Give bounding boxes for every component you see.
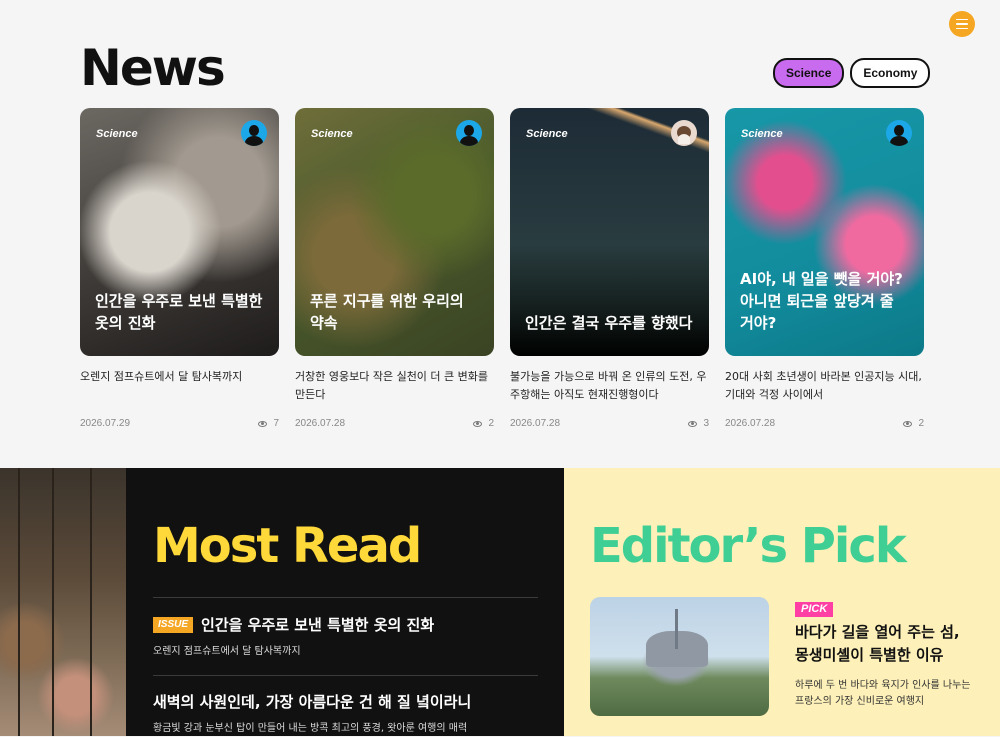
item-title: 인간을 우주로 보낸 특별한 옷의 진화	[201, 616, 435, 634]
news-card[interactable]: Science 인간을 우주로 보낸 특별한 옷의 진화 오렌지 점프슈트에서 …	[80, 108, 279, 429]
pick-headline[interactable]: 바다가 길을 열어 주는 섬, 몽생미셸이 특별한 이유	[795, 621, 975, 667]
pick-image[interactable]	[590, 597, 769, 716]
hamburger-menu-icon[interactable]	[949, 11, 975, 37]
filter-science[interactable]: Science	[773, 58, 845, 88]
issue-badge: ISSUE	[153, 617, 194, 633]
divider	[153, 675, 538, 676]
card-image[interactable]: Science 인간은 결국 우주를 향했다	[510, 108, 709, 356]
card-headline: 인간을 우주로 보낸 특별한 옷의 진화	[95, 292, 263, 332]
news-card[interactable]: Science AI야, 내 일을 뺏을 거야? 아니면 퇴근을 앞당겨 줄 거…	[725, 108, 924, 429]
pick-description: 하루에 두 번 바다와 육지가 인사를 나누는 프랑스의 가장 신비로운 여행지	[795, 680, 971, 707]
item-subtitle: 오렌지 점프슈트에서 달 탐사복까지	[153, 646, 301, 657]
news-card[interactable]: Science 푸른 지구를 위한 우리의 약속 거창한 영웅보다 작은 실천이…	[295, 108, 494, 429]
item-title: 새벽의 사원인데, 가장 아름다운 건 해 질 녘이라니	[153, 693, 472, 711]
author-avatar-icon	[456, 120, 482, 146]
card-date: 2026.07.28	[725, 418, 776, 429]
eye-icon	[688, 420, 698, 427]
item-subtitle: 황금빛 강과 눈부신 탑이 만들어 내는 방콕 최고의 풍경, 왓아룬 여행의 …	[153, 723, 468, 734]
view-count: 3	[688, 418, 709, 429]
most-read-section: Most Read ISSUE 인간을 우주로 보낸 특별한 옷의 진화 오렌지…	[126, 468, 564, 736]
card-headline: 인간은 결국 우주를 향했다	[525, 314, 693, 332]
card-image[interactable]: Science 인간을 우주로 보낸 특별한 옷의 진화	[80, 108, 279, 356]
card-date: 2026.07.28	[295, 418, 346, 429]
eye-icon	[473, 420, 483, 427]
card-description: 불가능을 가능으로 바꿔 온 인류의 도전, 우주항해는 아직도 현재진행형이다	[510, 370, 707, 401]
card-description: 거창한 영웅보다 작은 실천이 더 큰 변화를 만든다	[295, 370, 489, 401]
divider	[153, 597, 538, 598]
news-card[interactable]: Science 인간은 결국 우주를 향했다 불가능을 가능으로 바꿔 온 인류…	[510, 108, 709, 429]
editors-pick-title: Editor’s Pick	[590, 518, 907, 574]
author-avatar-icon	[886, 120, 912, 146]
category-filters: Science Economy	[773, 58, 931, 88]
eye-icon	[258, 420, 268, 427]
most-read-item[interactable]: 새벽의 사원인데, 가장 아름다운 건 해 질 녘이라니 황금빛 강과 눈부신 …	[153, 691, 538, 737]
category-tag: Science	[526, 128, 568, 140]
card-description: 20대 사회 초년생이 바라본 인공지능 시대, 기대와 걱정 사이에서	[725, 370, 922, 401]
card-date: 2026.07.28	[510, 418, 561, 429]
author-avatar-icon	[241, 120, 267, 146]
category-tag: Science	[311, 128, 353, 140]
view-count: 7	[258, 418, 279, 429]
pick-badge: PICK	[795, 602, 834, 617]
card-image[interactable]: Science AI야, 내 일을 뺏을 거야? 아니면 퇴근을 앞당겨 줄 거…	[725, 108, 924, 356]
category-tag: Science	[96, 128, 138, 140]
most-read-title: Most Read	[153, 518, 422, 574]
featured-sections: Most Read ISSUE 인간을 우주로 보낸 특별한 옷의 진화 오렌지…	[0, 468, 1000, 736]
eye-icon	[903, 420, 913, 427]
card-headline: 푸른 지구를 위한 우리의 약속	[310, 292, 464, 332]
editors-pick-section: Editor’s Pick PICK 바다가 길을 열어 주는 섬, 몽생미셸이…	[564, 468, 1000, 736]
card-image[interactable]: Science 푸른 지구를 위한 우리의 약속	[295, 108, 494, 356]
decorative-photo	[0, 468, 126, 736]
view-count: 2	[473, 418, 494, 429]
view-count: 2	[903, 418, 924, 429]
author-avatar-icon	[671, 120, 697, 146]
page-title: News	[80, 39, 226, 97]
card-date: 2026.07.29	[80, 418, 131, 429]
most-read-item[interactable]: ISSUE 인간을 우주로 보낸 특별한 옷의 진화 오렌지 점프슈트에서 달 …	[153, 614, 538, 660]
category-tag: Science	[741, 128, 783, 140]
card-headline: AI야, 내 일을 뺏을 거야? 아니면 퇴근을 앞당겨 줄 거야?	[740, 270, 903, 332]
filter-economy[interactable]: Economy	[850, 58, 931, 88]
news-card-list: Science 인간을 우주로 보낸 특별한 옷의 진화 오렌지 점프슈트에서 …	[80, 108, 924, 429]
card-description: 오렌지 점프슈트에서 달 탐사복까지	[80, 370, 243, 383]
